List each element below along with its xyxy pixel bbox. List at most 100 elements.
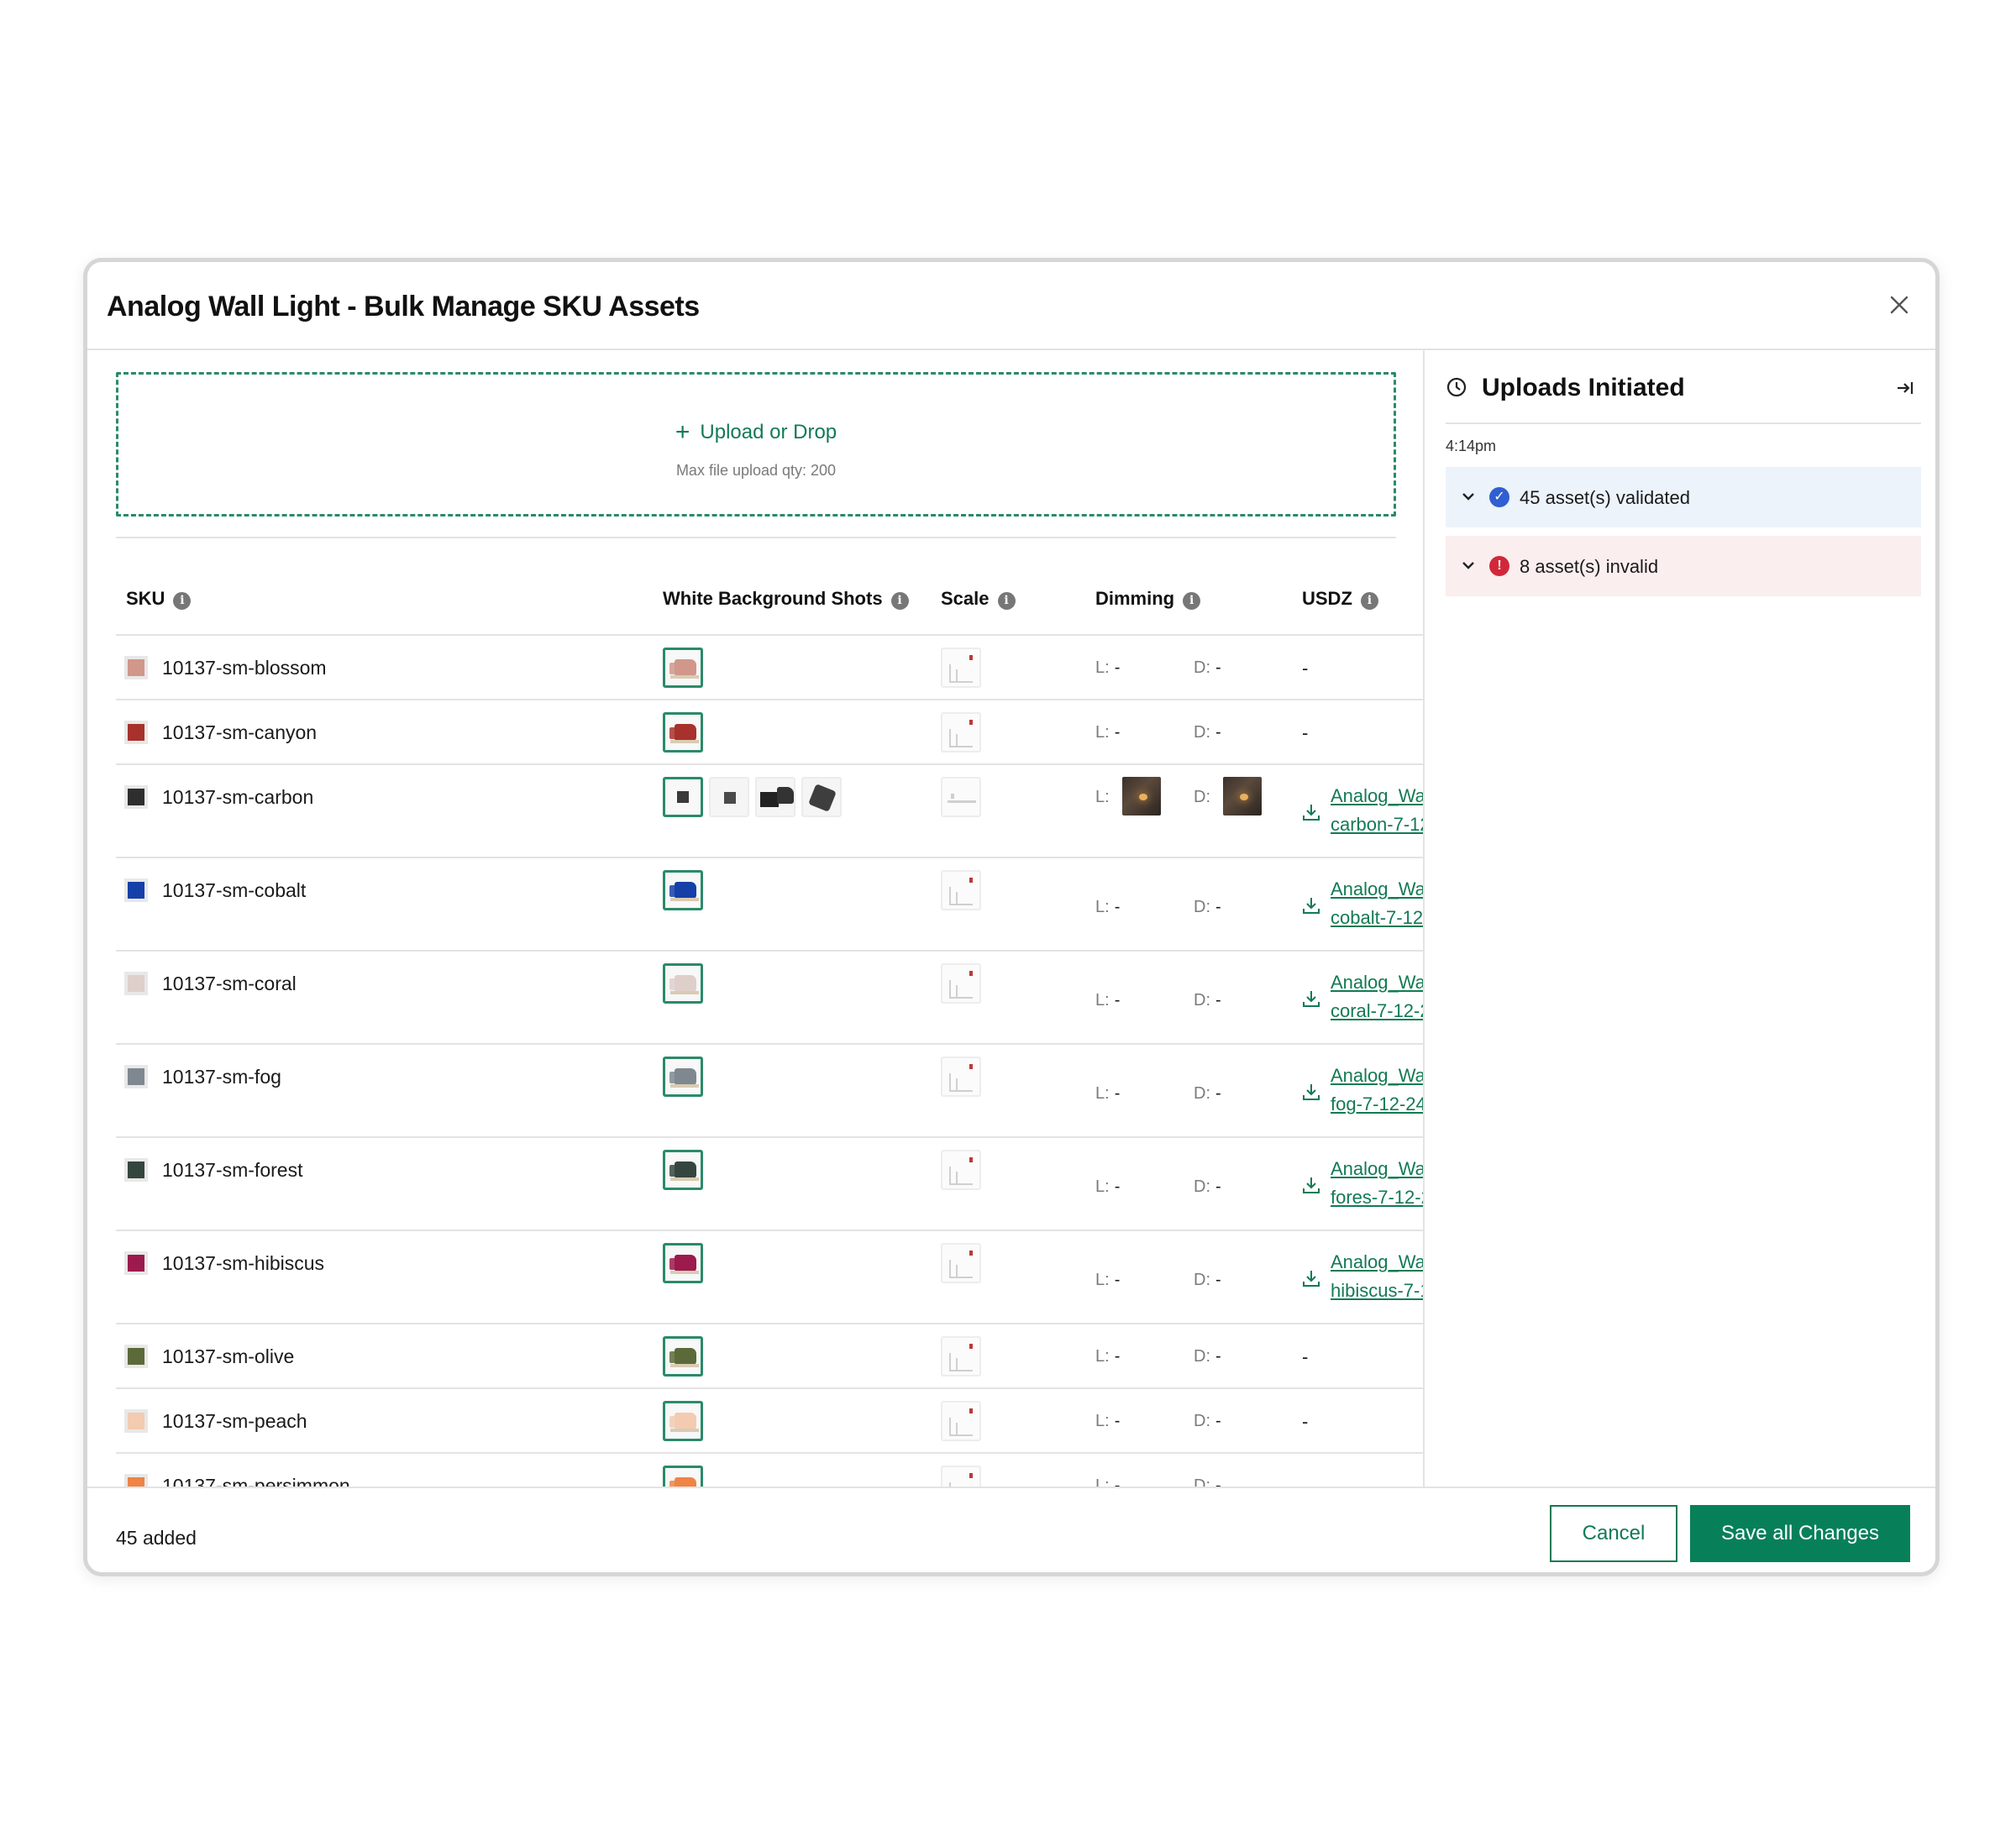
white-background-thumbnail[interactable]	[663, 777, 703, 817]
color-swatch	[124, 1409, 148, 1433]
white-background-thumbnail[interactable]	[663, 648, 703, 688]
white-background-thumbnail[interactable]	[663, 1336, 703, 1377]
white-background-thumbnail[interactable]	[663, 1466, 703, 1487]
check-circle-icon: ✓	[1489, 487, 1509, 507]
chevron-down-icon	[1462, 493, 1474, 501]
dimming-light-image[interactable]	[1122, 777, 1161, 815]
collapse-panel-icon[interactable]	[1894, 377, 1916, 399]
dimming-dark-value: D: -	[1194, 1347, 1221, 1366]
uploads-panel: Uploads Initiated 4:14pm ✓ 45 asset(s) v…	[1426, 350, 1935, 1487]
color-swatch	[124, 785, 148, 809]
usdz-link[interactable]: Analog_Wa cobalt-7-12-	[1331, 875, 1423, 932]
table-header: SKU i White Background Shots i Scale i Dimm…	[116, 560, 1423, 636]
column-header-dimming: Dimming i	[1095, 588, 1201, 610]
scale-thumbnail[interactable]	[941, 648, 981, 688]
white-background-thumbnail[interactable]	[663, 963, 703, 1004]
white-background-thumbnail[interactable]	[663, 1150, 703, 1190]
column-header-white-background-shots: White Background Shots i	[663, 588, 909, 610]
dimming-dark-value: D: -	[1194, 1271, 1221, 1289]
table-row: 10137-sm-blossom L: - D: - -	[116, 636, 1423, 700]
info-icon[interactable]: i	[890, 592, 909, 610]
download-icon[interactable]	[1302, 1083, 1320, 1101]
white-background-thumbnail[interactable]	[709, 777, 749, 817]
color-swatch	[124, 1345, 148, 1368]
table-row: 10137-sm-forest L: - D: - Analog_Wa fores-7…	[116, 1138, 1423, 1231]
product-shade	[675, 659, 696, 676]
table-row: 10137-sm-canyon L: - D: - -	[116, 700, 1423, 765]
dimming-dark-value: D: -	[1194, 723, 1221, 742]
sku-label: 10137-sm-blossom	[162, 657, 327, 679]
sku-label: 10137-sm-canyon	[162, 721, 318, 743]
dimming-dark-value: D: -	[1194, 1412, 1221, 1430]
usdz-link[interactable]: Analog_Wa hibiscus-7-1	[1331, 1248, 1423, 1305]
scale-thumbnail[interactable]	[941, 1243, 981, 1283]
scale-thumbnail[interactable]	[941, 963, 981, 1004]
white-background-thumbnail[interactable]	[663, 870, 703, 910]
download-icon[interactable]	[1302, 1269, 1320, 1287]
invalid-assets-row[interactable]: ! 8 asset(s) invalid	[1446, 536, 1921, 596]
scale-thumbnail[interactable]	[941, 1466, 981, 1487]
usdz-link[interactable]: Analog_Wa fog-7-12-24	[1331, 1062, 1423, 1119]
scale-thumbnail[interactable]	[941, 1150, 981, 1190]
dimming-light-value: L: -	[1095, 898, 1121, 916]
color-swatch	[124, 1474, 148, 1487]
info-icon[interactable]: i	[173, 592, 192, 610]
dimming-light-value: L: -	[1095, 1476, 1121, 1487]
table-row: 10137-sm-carbon L: D: Analog_Wa carbon-7-…	[116, 765, 1423, 858]
save-all-changes-button[interactable]: Save all Changes	[1690, 1505, 1910, 1562]
scale-thumbnail[interactable]	[941, 777, 981, 817]
dimming-light-value: L: -	[1095, 991, 1121, 1010]
sku-label: 10137-sm-cobalt	[162, 879, 307, 901]
modal-footer: 45 added Cancel Save all Changes	[87, 1487, 1935, 1572]
close-icon[interactable]	[1885, 291, 1914, 319]
white-background-thumbnail[interactable]	[663, 1057, 703, 1097]
white-background-thumbnail[interactable]	[663, 712, 703, 753]
scale-thumbnail[interactable]	[941, 1057, 981, 1097]
table-row: 10137-sm-olive L: - D: - -	[116, 1324, 1423, 1389]
usdz-empty: -	[1302, 1411, 1309, 1432]
scale-thumbnail[interactable]	[941, 712, 981, 753]
info-icon[interactable]: i	[1360, 592, 1378, 610]
table-row: 10137-sm-cobalt L: - D: - Analog_Wa cobalt-…	[116, 858, 1423, 952]
info-icon[interactable]: i	[997, 592, 1016, 610]
scale-thumbnail[interactable]	[941, 1336, 981, 1377]
white-background-thumbnail[interactable]	[801, 777, 842, 817]
error-icon: !	[1489, 556, 1509, 576]
download-icon[interactable]	[1302, 989, 1320, 1008]
usdz-link[interactable]: Analog_Wa fores-7-12-2	[1331, 1155, 1423, 1212]
usdz-link[interactable]: Analog_Wa carbon-7-12	[1331, 782, 1423, 839]
color-swatch	[124, 1065, 148, 1088]
upload-dropzone[interactable]: + Upload or Drop Max file upload qty: 200	[116, 372, 1396, 517]
dimming-dark-value: D: -	[1194, 1084, 1221, 1103]
modal-header: Analog Wall Light - Bulk Manage SKU Asse…	[87, 262, 1935, 350]
sku-label: 10137-sm-coral	[162, 973, 297, 994]
column-header-scale: Scale i	[941, 588, 1016, 610]
dimming-dark-image[interactable]	[1223, 777, 1262, 815]
cancel-button[interactable]: Cancel	[1550, 1505, 1677, 1562]
download-icon[interactable]	[1302, 1176, 1320, 1194]
color-swatch	[124, 721, 148, 744]
table-row: 10137-sm-persimmon L: - D: - -	[116, 1454, 1423, 1487]
white-background-thumbnail[interactable]	[663, 1401, 703, 1441]
scale-thumbnail[interactable]	[941, 1401, 981, 1441]
dimming-dark-value: D: -	[1194, 1177, 1221, 1196]
validated-assets-row[interactable]: ✓ 45 asset(s) validated	[1446, 467, 1921, 527]
sku-label: 10137-sm-forest	[162, 1159, 303, 1181]
scale-thumbnail[interactable]	[941, 870, 981, 910]
table-row: 10137-sm-hibiscus L: - D: - Analog_Wa hibis…	[116, 1231, 1423, 1324]
download-icon[interactable]	[1302, 896, 1320, 915]
added-count: 45 added	[116, 1527, 197, 1549]
divider	[116, 537, 1396, 538]
upload-label[interactable]: + Upload or Drop	[118, 418, 1394, 447]
upload-timestamp: 4:14pm	[1446, 438, 1497, 454]
white-background-thumbnail[interactable]	[663, 1243, 703, 1283]
validated-assets-text: 45 asset(s) validated	[1520, 487, 1690, 508]
dimming-dark-value: D: -	[1194, 1476, 1221, 1487]
dimming-dark-value: D: -	[1194, 898, 1221, 916]
bulk-manage-modal: Analog Wall Light - Bulk Manage SKU Asse…	[83, 258, 1940, 1576]
white-background-thumbnail[interactable]	[755, 777, 795, 817]
usdz-link[interactable]: Analog_Wa coral-7-12-2	[1331, 968, 1423, 1025]
info-icon[interactable]: i	[1183, 592, 1201, 610]
download-icon[interactable]	[1302, 803, 1320, 821]
usdz-empty: -	[1302, 1346, 1309, 1367]
